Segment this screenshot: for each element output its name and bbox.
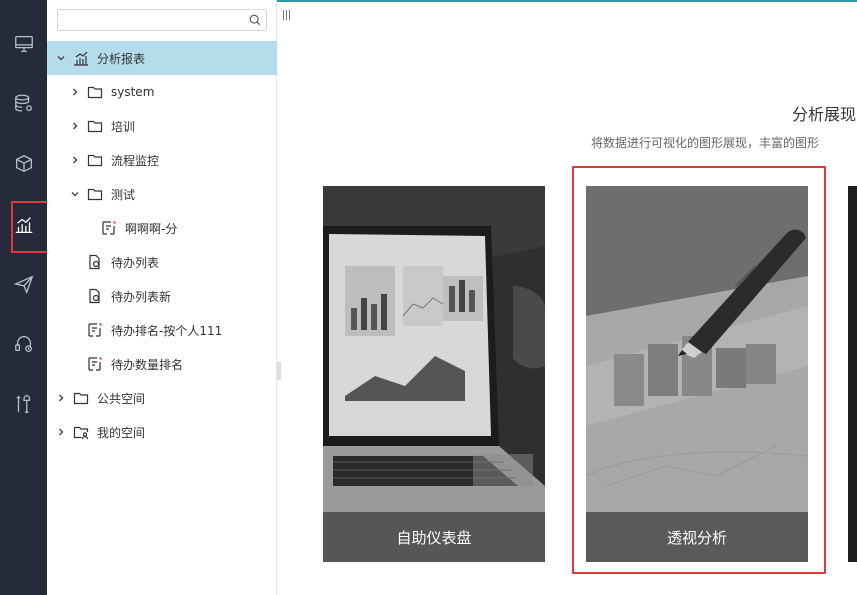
card-pivot-analysis[interactable]: 透视分析 [586,186,808,562]
page-title: 分析展现 [792,105,857,124]
rail-item-database[interactable] [0,84,47,124]
tree-item-label: 我的空间 [97,425,146,440]
tree-item-todo-list-new[interactable]: 待办列表新 [47,279,277,313]
rail-selection-highlight [11,201,50,253]
pen-chart-photo [586,186,808,562]
tree-item-label: 待办列表新 [111,289,172,304]
report-icon [87,322,103,338]
chevron-right-icon[interactable] [55,392,67,404]
laptop-dashboard-photo [323,186,545,562]
tree-item-report[interactable]: 啊啊啊-分 [47,211,277,245]
tree-item-label: 待办列表 [111,255,160,270]
tree-item-label: 公共空间 [97,391,146,406]
tree-item-label: 啊啊啊-分 [125,221,178,236]
tree-item-label: system [111,85,155,99]
paper-plane-icon [13,275,33,295]
chevron-right-icon[interactable] [69,86,81,98]
folder-icon [73,390,89,406]
document-icon [87,288,103,304]
chevron-right-icon[interactable] [69,154,81,166]
top-accent-line [277,0,857,2]
chevron-right-icon[interactable] [69,120,81,132]
card-label: 自助仪表盘 [396,528,472,547]
rail-item-monitor[interactable] [0,24,47,64]
database-settings-icon [14,94,32,112]
tree-item-analysis-reports[interactable]: 分析报表 [47,41,277,75]
card-label: 透视分析 [666,528,727,547]
user-folder-icon [73,424,89,440]
chevron-right-icon[interactable] [55,426,67,438]
tree-item-todo-count-ranking[interactable]: 待办数量排名 [47,347,277,381]
tree-item-process-monitor[interactable]: 流程监控 [47,143,277,177]
tree-item-label: 分析报表 [97,51,146,66]
folder-icon [87,186,103,202]
left-icon-rail [0,0,50,595]
page-subtitle: 将数据进行可视化的图形展现，丰富的图形 [591,136,820,150]
resource-tree-panel: 分析报表 system 培训 流程监控 测试 啊啊啊-分 待办列表 待办列表新 [47,0,277,595]
report-icon [101,220,117,236]
tree-item-label: 待办排名-按个人111 [111,323,223,338]
tree-item-training[interactable]: 培训 [47,109,277,143]
tree-item-my-space[interactable]: 我的空间 [47,415,277,449]
search-icon[interactable] [248,13,262,27]
rail-item-publish[interactable] [0,264,47,304]
chevron-down-icon[interactable] [55,52,67,64]
headset-user-icon [14,336,32,352]
tree-item-public-space[interactable]: 公共空间 [47,381,277,415]
folder-icon [87,152,103,168]
tree-search-box[interactable] [57,9,267,31]
card-partial-third[interactable] [848,186,857,562]
panel-toggle-icon[interactable] [283,10,291,20]
report-icon [87,356,103,372]
monitor-icon [14,36,33,52]
tree-item-label: 培训 [111,119,136,134]
tree-item-test[interactable]: 测试 [47,177,277,211]
tree-item-label: 流程监控 [111,153,160,168]
card-label-bar: 透视分析 [586,512,808,562]
folder-icon [87,84,103,100]
tree-item-system[interactable]: system [47,75,277,109]
rail-item-support[interactable] [0,324,47,364]
tree-item-todo-list[interactable]: 待办列表 [47,245,277,279]
rail-item-cube[interactable] [0,144,47,184]
card-label-bar: 自助仪表盘 [323,512,545,562]
tools-icon [16,395,30,413]
cube-icon [15,155,32,173]
document-icon [87,254,103,270]
tree-item-label: 待办数量排名 [111,357,184,372]
tree-search-input[interactable] [58,10,243,30]
tree-item-todo-ranking-personal[interactable]: 待办排名-按个人111 [47,313,277,347]
bar-chart-icon [73,50,89,66]
folder-icon [87,118,103,134]
rail-item-tools[interactable] [0,384,47,424]
chevron-down-icon[interactable] [69,188,81,200]
card-self-service-dashboard[interactable]: 自助仪表盘 [323,186,545,562]
tree-item-label: 测试 [111,187,136,202]
panel-splitter-handle[interactable] [277,362,281,380]
